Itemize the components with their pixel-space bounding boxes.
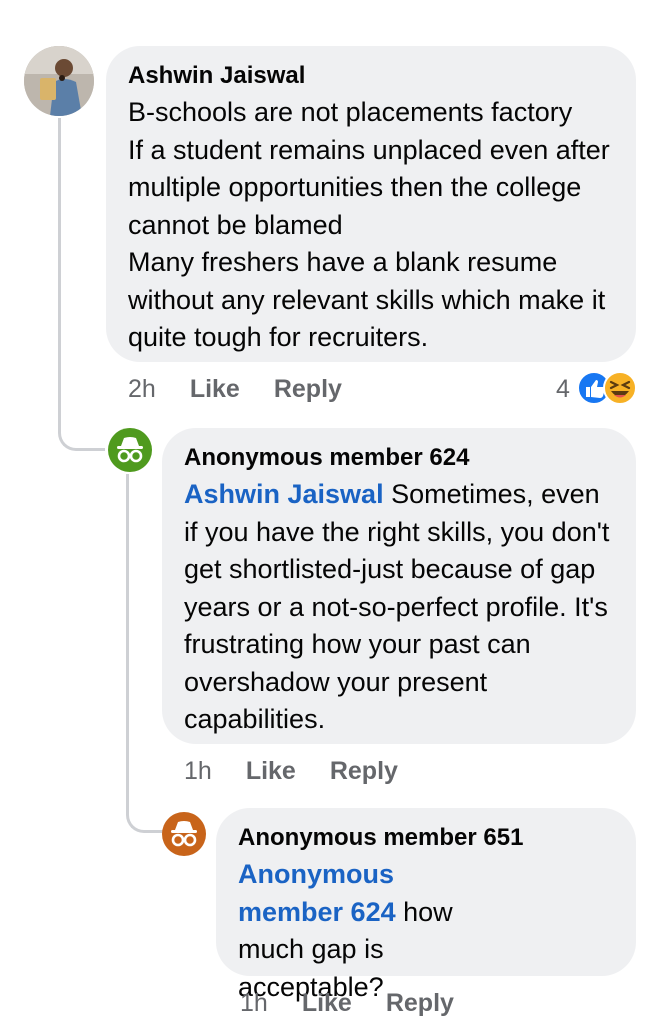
mention-link[interactable]: Anonymous member 624: [238, 859, 396, 927]
anonymous-incognito-icon: [171, 821, 197, 847]
reply-bubble: Anonymous member 651 Anonymous member 62…: [216, 808, 636, 1002]
comment-body: Sometimes, even if you have the right sk…: [184, 479, 610, 734]
comment-author[interactable]: Anonymous member 651: [238, 820, 614, 856]
comment-time[interactable]: 1h: [184, 757, 212, 785]
comment-bubble: Ashwin Jaiswal B-schools are not placeme…: [106, 46, 636, 362]
reaction-count[interactable]: 4: [556, 374, 570, 404]
anonymous-incognito-icon: [117, 437, 143, 463]
comment-author[interactable]: Ashwin Jaiswal: [128, 58, 614, 94]
comment-meta: 1h Like Reply: [184, 756, 398, 786]
anonymous-avatar[interactable]: [108, 428, 152, 472]
comment-text: Ashwin Jaiswal Sometimes, even if you ha…: [184, 476, 614, 739]
reply-button[interactable]: Reply: [386, 989, 454, 1017]
mention-link[interactable]: Ashwin Jaiswal: [184, 479, 384, 509]
comment-meta: 2h Like Reply: [128, 374, 342, 404]
anonymous-avatar[interactable]: [162, 812, 206, 856]
comment-time[interactable]: 2h: [128, 375, 156, 403]
like-button[interactable]: Like: [246, 757, 296, 785]
comment-author[interactable]: Anonymous member 624: [184, 440, 614, 476]
laugh-reaction-icon: [603, 371, 637, 405]
comment-time[interactable]: 1h: [240, 989, 268, 1017]
reactions[interactable]: [576, 370, 640, 406]
like-button[interactable]: Like: [190, 375, 240, 403]
reply-bubble: Anonymous member 624 Ashwin Jaiswal Some…: [162, 428, 636, 744]
reply-button[interactable]: Reply: [274, 375, 342, 403]
comment-text: Anonymous member 624 how much gap is acc…: [238, 856, 488, 1006]
comment-text: B-schools are not placements factory If …: [128, 97, 610, 352]
like-button[interactable]: Like: [302, 989, 352, 1017]
avatar[interactable]: [24, 46, 94, 116]
reply-button[interactable]: Reply: [330, 757, 398, 785]
comment-meta: 1h Like Reply: [240, 988, 454, 1018]
thread-line-1: [58, 118, 105, 451]
profile-photo-icon: [24, 46, 94, 116]
